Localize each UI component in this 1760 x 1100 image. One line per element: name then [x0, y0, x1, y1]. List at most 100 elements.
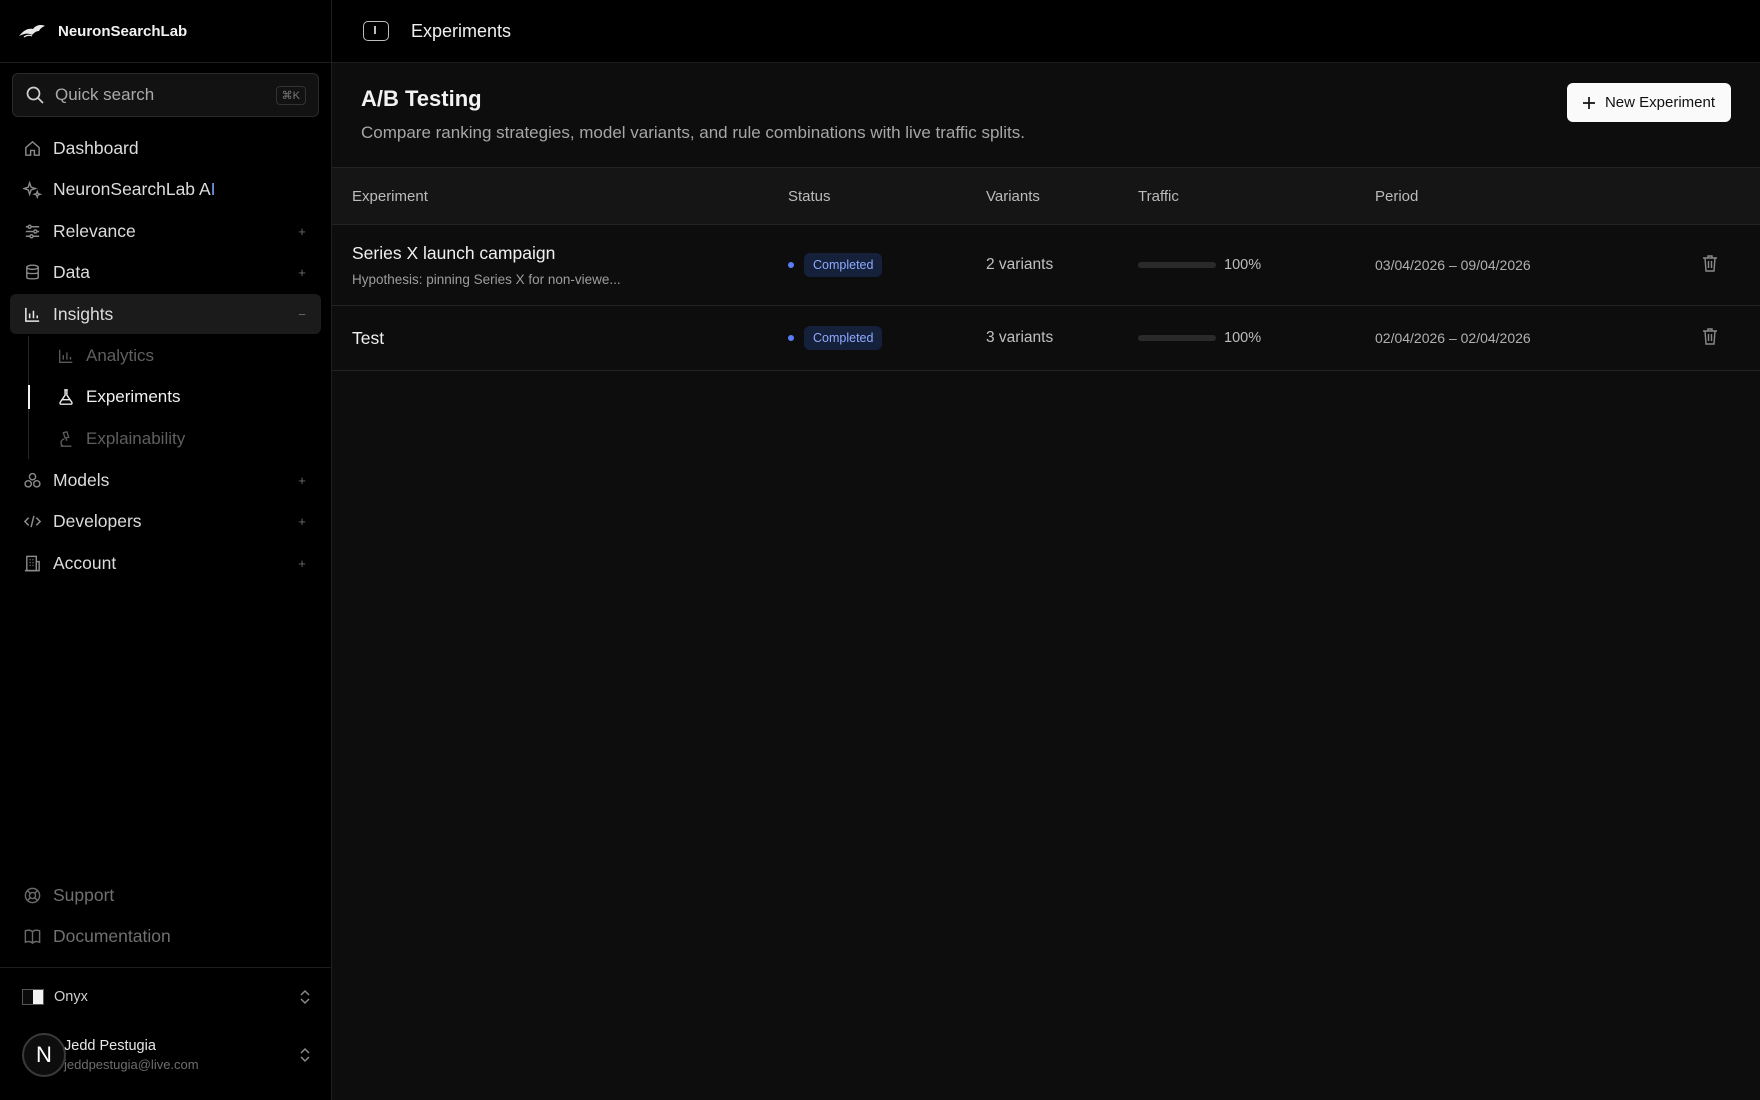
- lifebuoy-icon: [22, 885, 42, 905]
- nav-label-main: NeuronSearchLab A: [53, 179, 211, 199]
- period-cell: 02/04/2026 – 02/04/2026: [1375, 306, 1700, 371]
- nav-item-dashboard[interactable]: Dashboard: [10, 128, 321, 168]
- nav-item-account[interactable]: Account +: [10, 543, 321, 583]
- nav-item-documentation[interactable]: Documentation: [10, 917, 321, 957]
- expand-icon[interactable]: +: [295, 514, 309, 529]
- sparkles-icon: [22, 180, 42, 200]
- trash-icon[interactable]: [1700, 326, 1720, 346]
- nav-item-developers[interactable]: Developers +: [10, 502, 321, 542]
- status-badge: Completed: [804, 253, 883, 277]
- expand-icon[interactable]: +: [295, 473, 309, 488]
- collapse-icon[interactable]: −: [295, 307, 309, 322]
- experiment-cell: Series X launch campaign Hypothesis: pin…: [332, 225, 788, 306]
- period-cell: 03/04/2026 – 09/04/2026: [1375, 225, 1700, 306]
- code-icon: [22, 512, 42, 532]
- nav-item-data[interactable]: Data +: [10, 253, 321, 293]
- sub-item-label: Experiments: [86, 387, 181, 406]
- experiment-hypothesis: Hypothesis: pinning Series X for non-vie…: [352, 272, 621, 287]
- nav-label-accent: I: [210, 179, 216, 199]
- sub-item-experiments[interactable]: Experiments: [26, 377, 321, 417]
- traffic-percent: 100%: [1224, 330, 1262, 346]
- column-header-experiment[interactable]: Experiment: [332, 168, 788, 225]
- bar-chart-icon: [22, 304, 42, 324]
- microscope-icon: [56, 429, 76, 449]
- sidebar-divider: [0, 967, 332, 968]
- nav-label: Models: [53, 469, 110, 490]
- models-icon: [22, 470, 42, 490]
- brand-name: NeuronSearchLab: [58, 22, 188, 40]
- column-header-traffic[interactable]: Traffic: [1138, 168, 1375, 225]
- column-header-actions: [1700, 168, 1760, 225]
- status-cell: Completed: [788, 306, 986, 371]
- plus-icon: [1582, 96, 1595, 109]
- sub-item-explainability[interactable]: Explainability: [26, 419, 321, 459]
- traffic-cell: 100%: [1138, 306, 1375, 371]
- variants-cell: 2 variants: [986, 225, 1138, 306]
- experiment-name[interactable]: Test: [352, 328, 788, 349]
- nav-label: Developers: [53, 511, 142, 531]
- user-email: jeddpestugia@live.com: [64, 1057, 199, 1072]
- user-name: Jedd Pestugia: [64, 1038, 156, 1054]
- book-icon: [22, 927, 42, 947]
- theme-switcher[interactable]: Onyx: [22, 983, 312, 1011]
- trash-icon[interactable]: [1700, 253, 1720, 273]
- column-header-period[interactable]: Period: [1375, 168, 1700, 225]
- sub-item-analytics[interactable]: Analytics: [26, 336, 321, 376]
- chevrons-up-down-icon: [300, 1047, 310, 1063]
- traffic-bar: [1138, 335, 1216, 341]
- column-header-status[interactable]: Status: [788, 168, 986, 225]
- search-placeholder: Quick search: [55, 85, 155, 104]
- table-row[interactable]: Test Completed 3 variants 100% 02/04/202…: [332, 306, 1760, 371]
- sub-item-label: Analytics: [86, 345, 155, 365]
- home-icon: [22, 138, 42, 158]
- nav-label: Account: [53, 552, 117, 573]
- search-icon: [26, 86, 44, 104]
- expand-icon[interactable]: +: [295, 556, 309, 571]
- experiment-name[interactable]: Series X launch campaign: [352, 243, 788, 264]
- page-title: A/B Testing: [361, 86, 482, 111]
- experiment-cell: Test: [332, 306, 788, 371]
- new-experiment-label: New Experiment: [1604, 94, 1715, 111]
- nav-label: Documentation: [53, 926, 171, 946]
- brand[interactable]: NeuronSearchLab: [0, 0, 331, 63]
- nav-item-insights[interactable]: Insights −: [10, 294, 321, 334]
- chevrons-up-down-icon: [300, 989, 310, 1005]
- status-dot-icon: [788, 262, 794, 268]
- sliders-icon: [22, 221, 42, 241]
- variants-count: 2 variants: [986, 256, 1054, 273]
- nav-item-ai[interactable]: NeuronSearchLab AI: [10, 170, 321, 210]
- theme-label: Onyx: [54, 989, 88, 1005]
- flask-icon: [56, 387, 76, 407]
- sub-item-label: Explainability: [86, 428, 186, 448]
- page-header: A/B Testing Compare ranking strategies, …: [332, 63, 1760, 167]
- column-header-variants[interactable]: Variants: [986, 168, 1138, 225]
- nav-item-models[interactable]: Models +: [10, 460, 321, 500]
- sidebar-toggle-icon[interactable]: [363, 21, 389, 41]
- footer-links: Support Documentation: [10, 875, 321, 958]
- table-header-row: Experiment Status Variants Traffic Perio…: [332, 167, 1760, 225]
- new-experiment-button[interactable]: New Experiment: [1566, 83, 1731, 122]
- topbar: Experiments: [332, 0, 1760, 63]
- expand-icon[interactable]: +: [295, 224, 309, 239]
- quick-search[interactable]: Quick search ⌘K: [12, 73, 319, 117]
- nav-label: Relevance: [53, 220, 136, 241]
- main-nav: Dashboard NeuronSearchLab AI Relevance +…: [10, 128, 321, 585]
- period-range: 02/04/2026 – 02/04/2026: [1375, 329, 1531, 346]
- nav-item-support[interactable]: Support: [10, 875, 321, 915]
- insights-submenu: Analytics Experiments Explainability: [26, 335, 321, 459]
- traffic-bar: [1138, 262, 1216, 268]
- avatar: N: [22, 1033, 66, 1077]
- traffic-cell: 100%: [1138, 225, 1375, 306]
- table-row[interactable]: Series X launch campaign Hypothesis: pin…: [332, 225, 1760, 306]
- variants-count: 3 variants: [986, 329, 1054, 346]
- analytics-icon: [56, 346, 76, 366]
- variants-cell: 3 variants: [986, 306, 1138, 371]
- nav-item-relevance[interactable]: Relevance +: [10, 211, 321, 251]
- status-badge: Completed: [804, 326, 883, 350]
- building-icon: [22, 553, 42, 573]
- sidebar: NeuronSearchLab Quick search ⌘K Dashboar…: [0, 0, 332, 1100]
- user-menu[interactable]: N Jedd Pestugia jeddpestugia@live.com: [22, 1030, 312, 1080]
- expand-icon[interactable]: +: [295, 265, 309, 280]
- database-icon: [22, 263, 42, 283]
- nav-label: Data: [53, 262, 90, 282]
